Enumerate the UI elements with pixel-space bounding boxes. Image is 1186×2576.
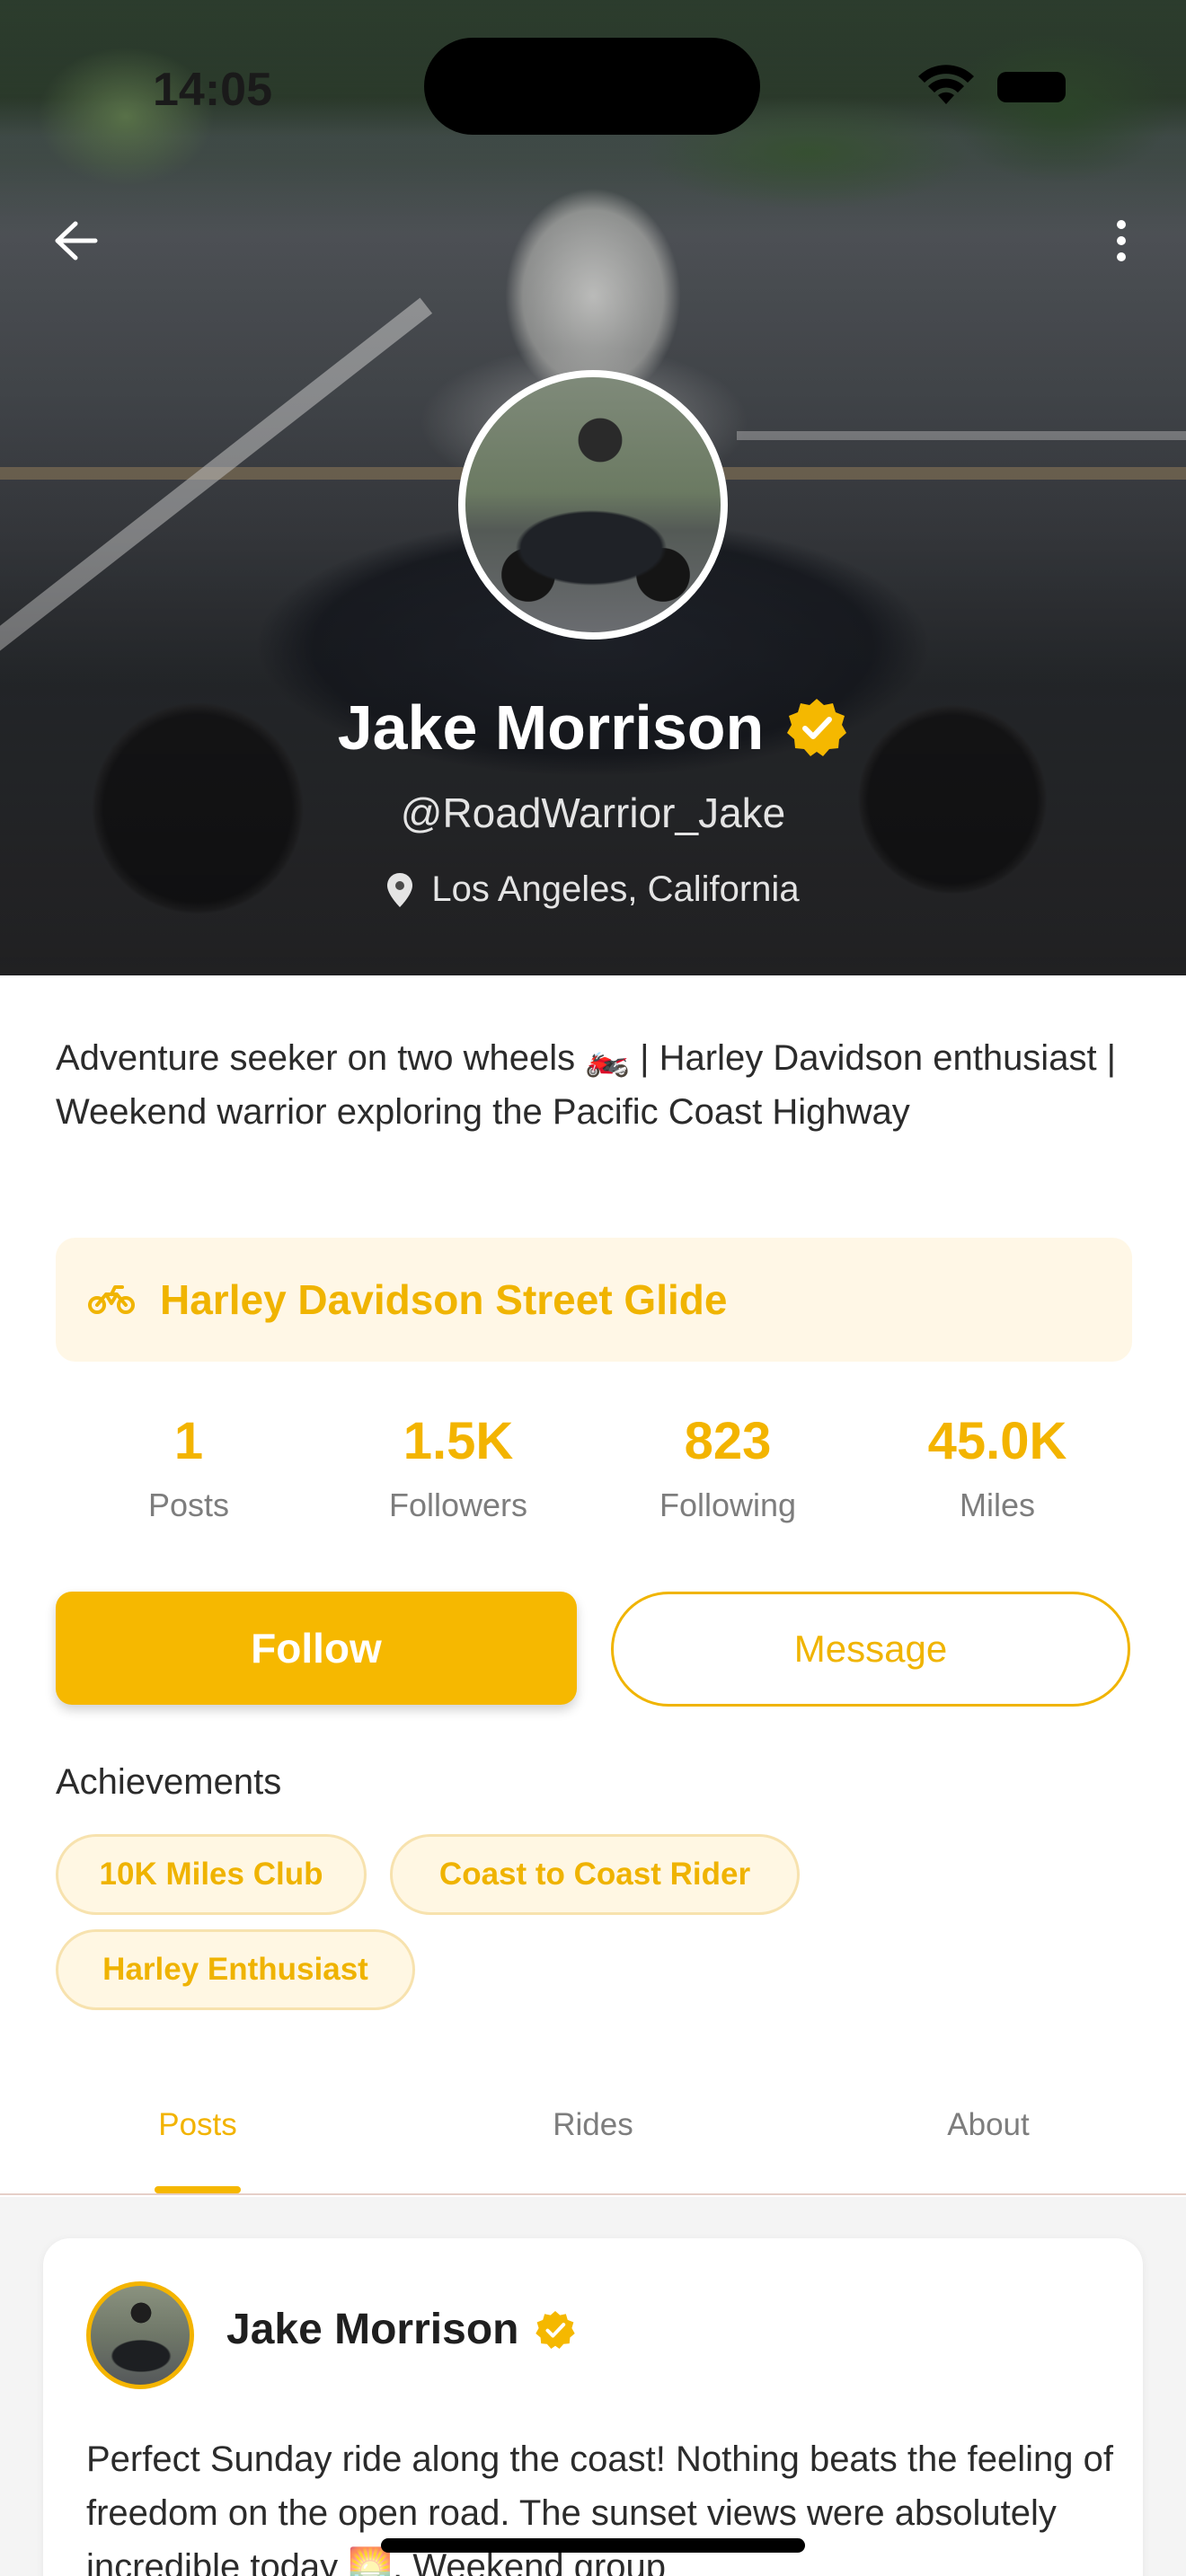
status-time: 14:05 xyxy=(153,64,272,116)
post-author-avatar[interactable] xyxy=(86,2281,194,2389)
post-author-name[interactable]: Jake Morrison xyxy=(226,2305,518,2354)
stat-value: 823 xyxy=(684,1412,772,1470)
stat-followers[interactable]: 1.5K Followers xyxy=(323,1401,593,1525)
stat-posts[interactable]: 1 Posts xyxy=(54,1401,323,1525)
tab-rides[interactable]: Rides xyxy=(485,2107,701,2143)
stat-value: 1.5K xyxy=(403,1412,514,1470)
dynamic-island xyxy=(424,38,760,135)
profile-bio: Adventure seeker on two wheels 🏍️ | Harl… xyxy=(56,1038,1117,1132)
verified-badge-icon xyxy=(535,2310,576,2349)
verified-badge-icon xyxy=(787,699,847,756)
stat-miles[interactable]: 45.0K Miles xyxy=(863,1401,1132,1525)
stat-label: Following xyxy=(659,1486,797,1523)
tab-about[interactable]: About xyxy=(881,2107,1096,2143)
stat-label: Followers xyxy=(388,1486,528,1523)
location-pin-icon xyxy=(387,872,413,907)
tab-posts[interactable]: Posts xyxy=(90,2107,305,2143)
post-author-row: Jake Morrison xyxy=(226,2305,576,2354)
wifi-icon xyxy=(918,65,974,104)
stat-value: 1 xyxy=(173,1412,204,1470)
arrow-left-icon xyxy=(55,221,98,260)
profile-location: Los Angeles, California xyxy=(0,869,1186,910)
stat-value: 45.0K xyxy=(927,1412,1067,1470)
profile-avatar[interactable] xyxy=(458,370,728,640)
more-vertical-icon xyxy=(1117,220,1126,261)
profile-name: Jake Morrison xyxy=(337,693,765,763)
follow-button[interactable]: Follow xyxy=(56,1592,577,1705)
achievement-chip: 10K Miles Club xyxy=(56,1834,367,1915)
motorcycle-icon xyxy=(88,1285,135,1314)
stat-label: Miles xyxy=(959,1486,1035,1523)
profile-tabs: Posts Rides About xyxy=(0,2084,1186,2195)
more-options-button[interactable] xyxy=(1100,212,1143,269)
location-text: Los Angeles, California xyxy=(431,869,800,909)
battery-icon xyxy=(997,72,1066,102)
home-indicator[interactable] xyxy=(381,2538,805,2553)
stat-following[interactable]: 823 Following xyxy=(593,1401,863,1525)
motorcycle-name: Harley Davidson Street Glide xyxy=(160,1276,728,1323)
back-button[interactable] xyxy=(47,212,104,269)
stat-label: Posts xyxy=(147,1486,230,1523)
motorcycle-card: Harley Davidson Street Glide xyxy=(56,1238,1132,1362)
profile-name-row: Jake Morrison xyxy=(0,692,1186,763)
profile-stats: 1 Posts 1.5K Followers 823 Following 45.… xyxy=(54,1401,1132,1525)
achievement-chip: Harley Enthusiast xyxy=(56,1929,415,2010)
profile-handle: @RoadWarrior_Jake xyxy=(400,790,786,836)
message-button[interactable]: Message xyxy=(611,1592,1130,1707)
achievement-chip: Coast to Coast Rider xyxy=(390,1834,800,1915)
active-tab-indicator xyxy=(155,2186,241,2193)
post-text: Perfect Sunday ride along the coast! Not… xyxy=(86,2439,1113,2576)
achievements-title: Achievements xyxy=(56,1762,282,1802)
